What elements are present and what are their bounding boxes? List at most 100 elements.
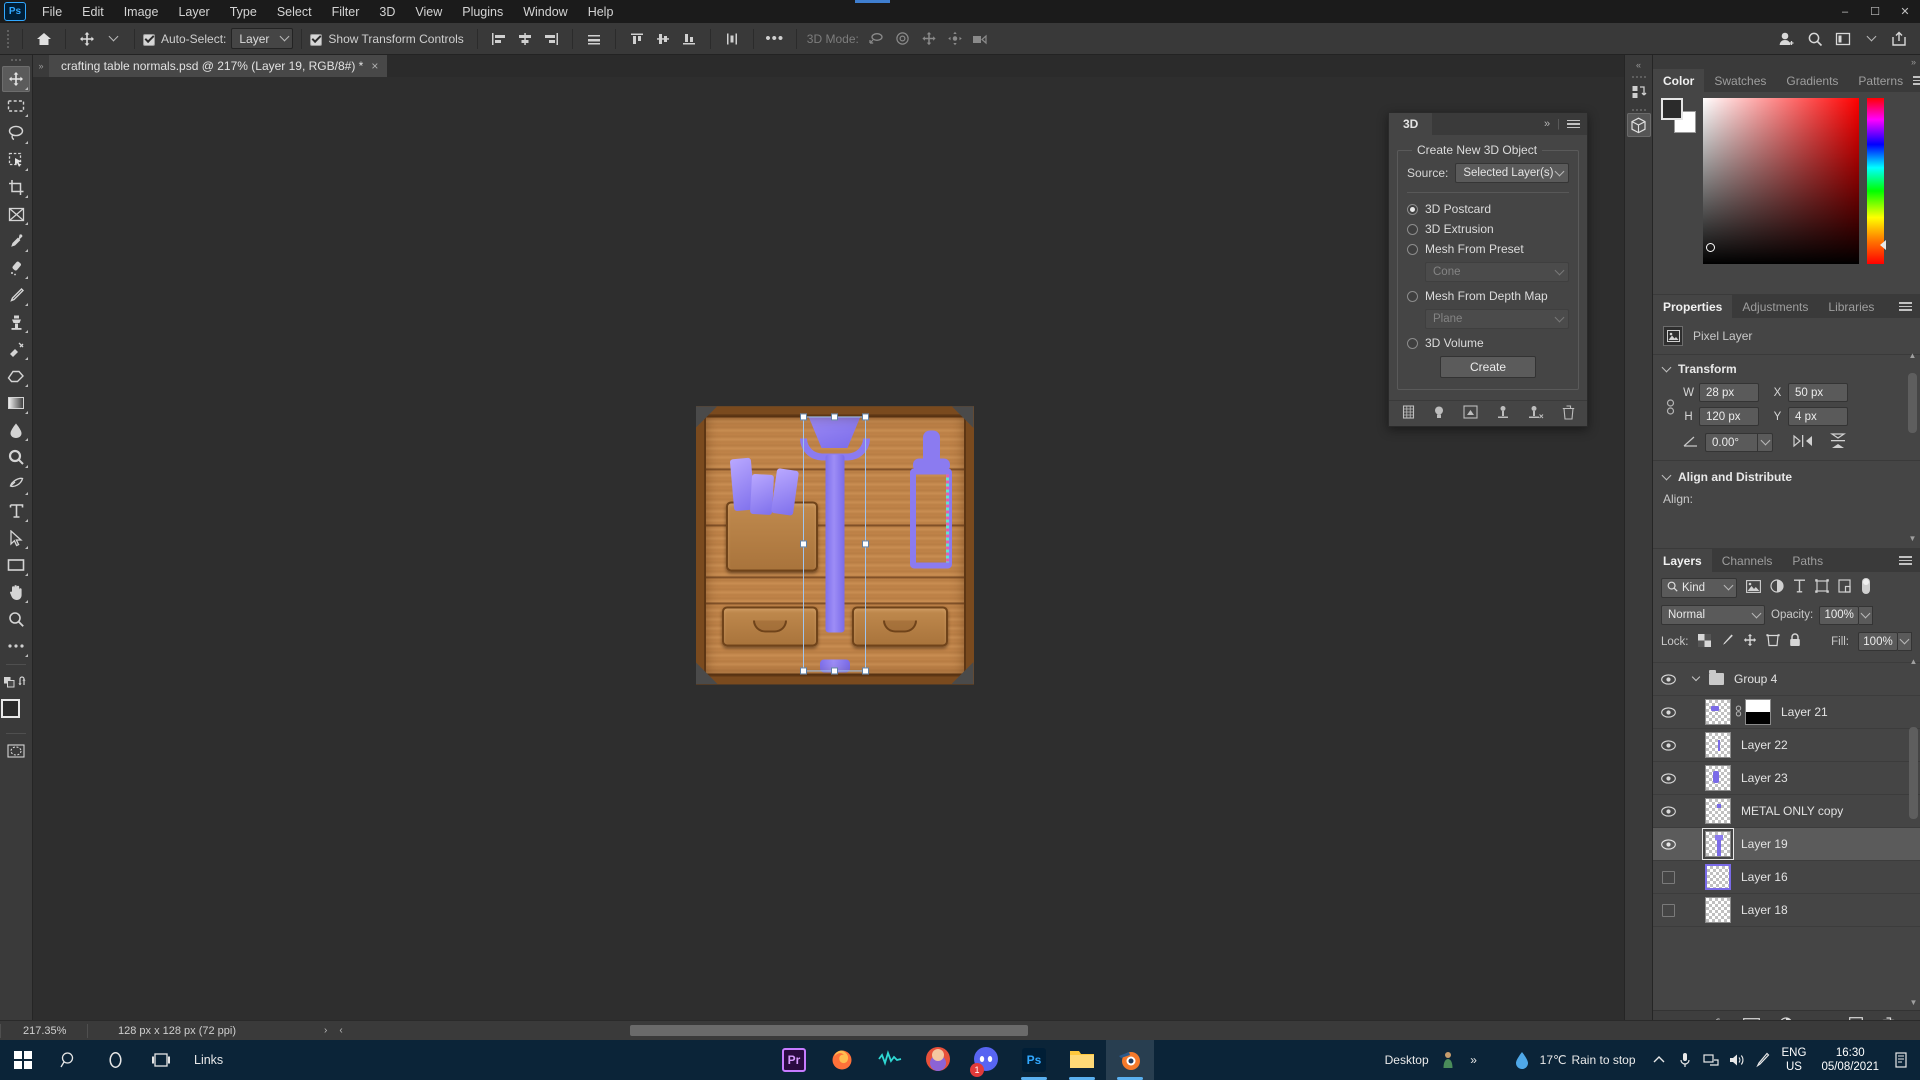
rectangular-marquee-tool[interactable]: [2, 93, 30, 119]
workspace-icon[interactable]: [1830, 27, 1856, 51]
layer-name[interactable]: Layer 21: [1781, 705, 1828, 719]
gradient-tool[interactable]: [2, 390, 30, 416]
menu-image[interactable]: Image: [114, 2, 169, 22]
hue-strip[interactable]: [1867, 98, 1884, 264]
status-prev-icon[interactable]: ‹: [333, 1025, 348, 1036]
filter-shape-icon[interactable]: [1815, 579, 1829, 596]
layer-list[interactable]: Group 4 Layer 21: [1653, 653, 1920, 1010]
lasso-tool[interactable]: [2, 120, 30, 146]
height-input[interactable]: 120 px: [1699, 407, 1759, 426]
object-selection-tool[interactable]: [2, 147, 30, 173]
layer-visibility-toggle[interactable]: [1653, 707, 1683, 718]
table-row[interactable]: Layer 23: [1653, 762, 1920, 795]
layer-hidden-box[interactable]: [1662, 904, 1675, 917]
crop-tool[interactable]: [2, 174, 30, 200]
align-right-edges-icon[interactable]: [538, 27, 564, 51]
tab-3d[interactable]: 3D: [1389, 113, 1432, 135]
tab-layers[interactable]: Layers: [1653, 549, 1712, 572]
tab-color[interactable]: Color: [1653, 69, 1704, 92]
trash-icon[interactable]: [1562, 405, 1575, 423]
zoom-3d-camera-icon[interactable]: [968, 27, 994, 51]
taskbar-links-label[interactable]: Links: [184, 1053, 233, 1067]
zoom-level[interactable]: 217.35%: [1, 1025, 87, 1037]
color-field[interactable]: [1703, 98, 1859, 264]
layer-name[interactable]: METAL ONLY copy: [1741, 804, 1843, 818]
menu-filter[interactable]: Filter: [322, 2, 370, 22]
blender-app[interactable]: [1106, 1040, 1154, 1080]
volume-icon[interactable]: [1724, 1040, 1750, 1080]
tab-paths[interactable]: Paths: [1782, 549, 1833, 572]
filter-adjustment-icon[interactable]: [1770, 579, 1784, 596]
table-row[interactable]: Layer 22: [1653, 729, 1920, 762]
create-button[interactable]: Create: [1440, 356, 1536, 378]
rail-grip[interactable]: [1632, 76, 1646, 78]
color-panel-swatches[interactable]: [1661, 98, 1695, 132]
task-view-icon[interactable]: [138, 1040, 184, 1080]
lock-image-pixels-icon[interactable]: [1720, 633, 1734, 650]
tab-patterns[interactable]: Patterns: [1848, 69, 1913, 92]
radio-3d-volume[interactable]: [1407, 338, 1418, 349]
path-selection-tool[interactable]: [2, 525, 30, 551]
blur-tool[interactable]: [2, 417, 30, 443]
eyedropper-tool[interactable]: [2, 228, 30, 254]
premiere-pro-app[interactable]: Pr: [770, 1040, 818, 1080]
horizontal-type-tool[interactable]: [2, 498, 30, 524]
firefox-app[interactable]: [818, 1040, 866, 1080]
transform-handle-bottom-left[interactable]: [800, 667, 807, 674]
flip-vertical-icon[interactable]: [1829, 433, 1847, 452]
microphone-icon[interactable]: [1672, 1040, 1698, 1080]
properties-scrollbar[interactable]: ▲ ▼: [1907, 349, 1918, 544]
foreground-background-color-swatches[interactable]: [1, 699, 31, 729]
fill-stepper-icon[interactable]: [1898, 632, 1912, 651]
show-transform-controls-checkbox[interactable]: [310, 34, 322, 46]
tab-properties[interactable]: Properties: [1653, 295, 1732, 318]
pen-tool[interactable]: [2, 471, 30, 497]
auto-select-checkbox[interactable]: [143, 34, 155, 46]
scroll-down-icon[interactable]: ▼: [1907, 532, 1918, 544]
menu-3d[interactable]: 3D: [369, 2, 405, 22]
add-light-icon[interactable]: [1496, 405, 1510, 422]
blend-mode-dropdown[interactable]: Normal: [1661, 605, 1765, 625]
layers-scroll-thumb[interactable]: [1909, 727, 1918, 819]
align-left-edges-icon[interactable]: [486, 27, 512, 51]
align-distribute-section-header[interactable]: Align and Distribute: [1653, 460, 1920, 489]
move-tool-icon[interactable]: [74, 27, 100, 51]
tab-libraries[interactable]: Libraries: [1818, 295, 1884, 318]
x-input[interactable]: 50 px: [1788, 383, 1848, 402]
distribute-horizontal-icon[interactable]: [719, 27, 745, 51]
fill-input[interactable]: 100%: [1858, 632, 1898, 651]
link-mask-icon[interactable]: [1731, 704, 1745, 721]
option-3d-extrusion[interactable]: 3D Extrusion: [1407, 222, 1569, 236]
delete-light-icon[interactable]: [1528, 405, 1544, 422]
close-document-icon[interactable]: ×: [371, 59, 378, 73]
transform-handle-top-center[interactable]: [831, 413, 838, 420]
lock-transparent-pixels-icon[interactable]: [1698, 634, 1711, 650]
minimize-icon[interactable]: –: [1830, 0, 1860, 23]
layer-name[interactable]: Layer 23: [1741, 771, 1788, 785]
frame-tool[interactable]: [2, 201, 30, 227]
history-panel-icon[interactable]: [1627, 80, 1651, 104]
discord-app[interactable]: 1: [962, 1040, 1010, 1080]
scroll-up-icon[interactable]: ▲: [1908, 655, 1919, 667]
filter-material-icon[interactable]: [1463, 405, 1478, 422]
eraser-tool[interactable]: [2, 363, 30, 389]
transform-handle-top-right[interactable]: [862, 413, 869, 420]
notifications-icon[interactable]: [1888, 1040, 1914, 1080]
distribute-vertical-centers-icon[interactable]: [650, 27, 676, 51]
layer-thumbnail[interactable]: [1705, 864, 1731, 890]
orbit-3d-icon[interactable]: [864, 27, 890, 51]
menu-edit[interactable]: Edit: [72, 2, 114, 22]
color-field-cursor[interactable]: [1706, 243, 1715, 252]
layers-scrollbar[interactable]: ▲ ▼: [1908, 655, 1919, 1008]
clone-stamp-tool[interactable]: [2, 309, 30, 335]
option-mesh-from-depth-map[interactable]: Mesh From Depth Map: [1407, 289, 1569, 303]
layer-name[interactable]: Layer 22: [1741, 738, 1788, 752]
layer-thumbnail[interactable]: [1705, 897, 1731, 923]
angle-dropdown-icon[interactable]: [1757, 433, 1773, 452]
radio-mesh-from-preset[interactable]: [1407, 244, 1418, 255]
clock[interactable]: 16:30 05/08/2021: [1812, 1046, 1888, 1074]
filter-pixel-icon[interactable]: [1746, 580, 1761, 596]
filter-type-icon[interactable]: [1793, 579, 1806, 596]
opacity-input[interactable]: 100%: [1819, 606, 1859, 625]
properties-scroll-thumb[interactable]: [1908, 373, 1917, 433]
